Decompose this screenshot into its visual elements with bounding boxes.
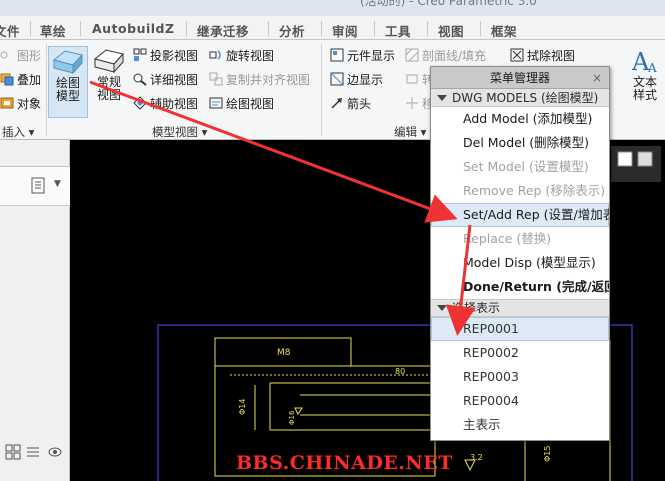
annotation-arrows xyxy=(89,80,476,336)
watermark: BBS.CHINADE.NET xyxy=(236,452,453,474)
arrow-to-set-add-rep xyxy=(89,80,458,223)
arrow-to-rep0001 xyxy=(445,224,476,336)
